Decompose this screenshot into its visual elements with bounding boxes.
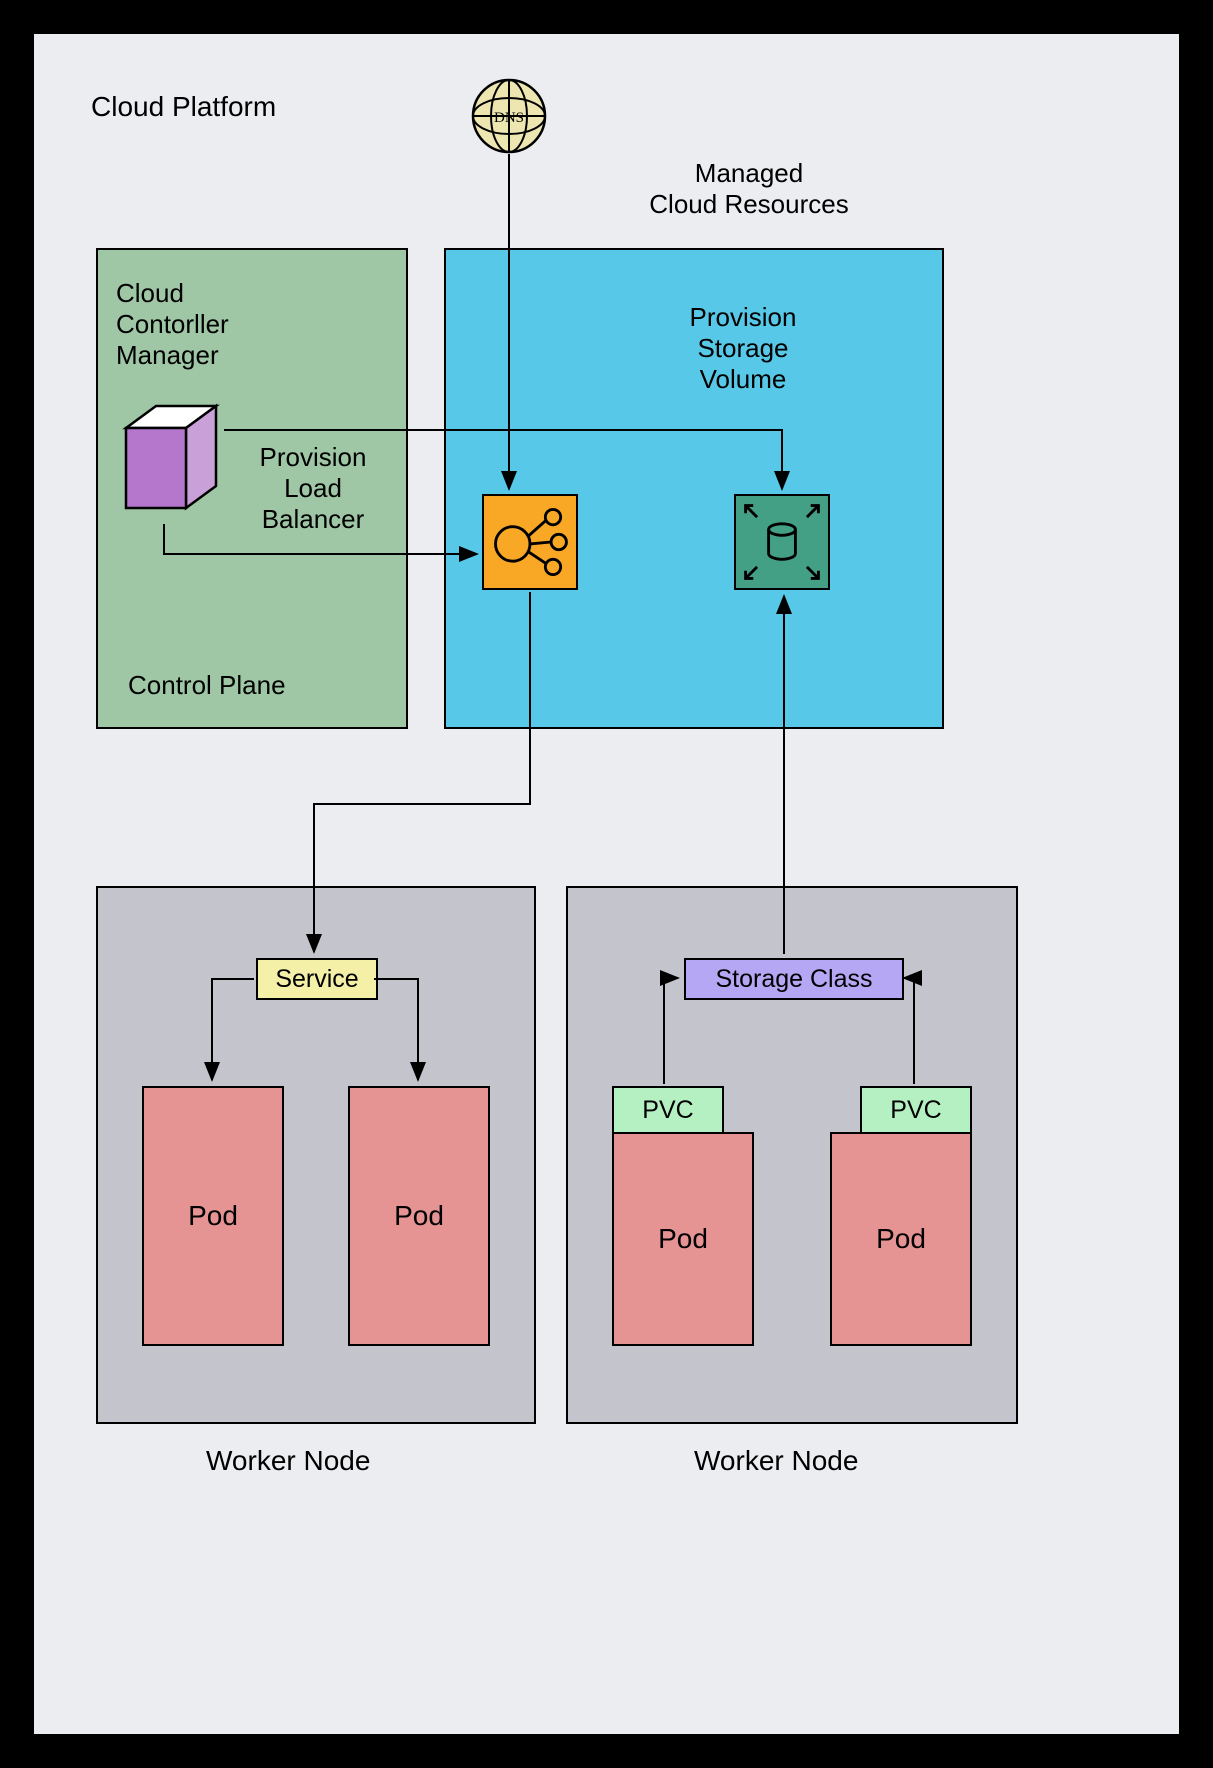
service-label: Service <box>275 965 358 994</box>
worker-node-2: Storage Class PVC PVC Pod Pod <box>566 886 1018 1424</box>
pod-label: Pod <box>394 1200 444 1232</box>
managed-cloud-label: Managed Cloud Resources <box>624 158 874 220</box>
ccm-cube-icon <box>116 398 216 498</box>
worker-node-2-label: Worker Node <box>694 1444 858 1478</box>
pod-3: Pod <box>612 1132 754 1346</box>
pvc-label: PVC <box>890 1096 941 1125</box>
dns-text: DNS <box>494 110 524 126</box>
pod-label: Pod <box>876 1223 926 1255</box>
control-plane-label: Control Plane <box>128 670 286 701</box>
provision-storage-label: Provision Storage Volume <box>658 302 828 396</box>
load-balancer-icon <box>482 494 578 590</box>
control-plane-box: Cloud Contorller Manager Provision Load … <box>96 248 408 729</box>
service-box: Service <box>256 958 378 1000</box>
storage-class-box: Storage Class <box>684 958 904 1000</box>
pod-label: Pod <box>658 1223 708 1255</box>
storage-volume-icon <box>734 494 830 590</box>
title-label: Cloud Platform <box>91 90 276 124</box>
pod-label: Pod <box>188 1200 238 1232</box>
pod-4: Pod <box>830 1132 972 1346</box>
worker-node-1: Service Pod Pod <box>96 886 536 1424</box>
pod-1: Pod <box>142 1086 284 1346</box>
pvc-1: PVC <box>612 1086 724 1134</box>
pvc-2: PVC <box>860 1086 972 1134</box>
pvc-label: PVC <box>642 1096 693 1125</box>
dns-globe-icon: DNS <box>469 76 549 156</box>
cloud-platform-diagram: Cloud Platform DNS Managed Cloud Resourc… <box>20 20 1193 1748</box>
storage-class-label: Storage Class <box>715 965 872 994</box>
worker-node-1-label: Worker Node <box>206 1444 370 1478</box>
pod-2: Pod <box>348 1086 490 1346</box>
managed-cloud-box: Provision Storage Volume <box>444 248 944 729</box>
ccm-label: Cloud Contorller Manager <box>116 278 296 372</box>
provision-lb-label: Provision Load Balancer <box>238 442 388 536</box>
